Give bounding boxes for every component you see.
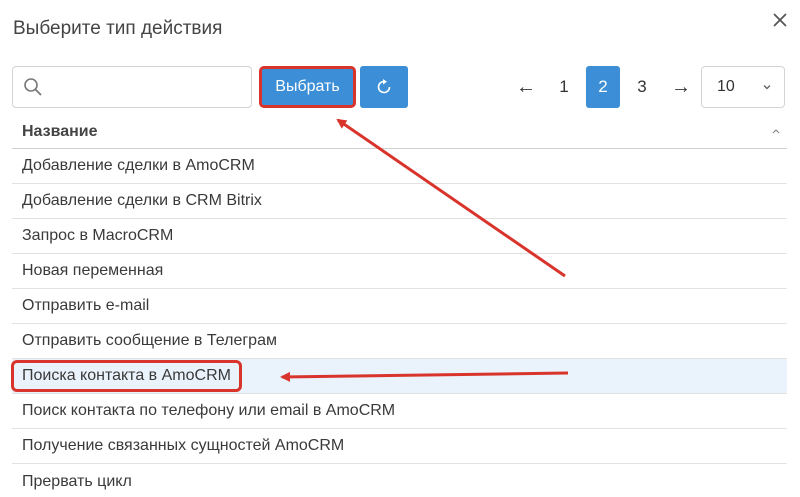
close-button[interactable] <box>770 10 790 30</box>
list-item[interactable]: Добавление сделки в AmoCRM <box>12 149 787 184</box>
close-icon[interactable] <box>770 10 790 30</box>
list-item-label: Добавление сделки в AmoCRM <box>22 157 255 174</box>
page-2-button[interactable]: 2 <box>586 66 620 108</box>
page-3-button[interactable]: 3 <box>628 66 656 108</box>
list-item-label: Добавление сделки в CRM Bitrix <box>22 192 262 209</box>
select-button[interactable]: Выбрать <box>259 66 356 108</box>
list-item-label: Поиск контакта по телефону или email в A… <box>22 402 396 419</box>
list-item-label: Отправить e-mail <box>22 297 150 314</box>
list-item[interactable]: Отправить e-mail <box>12 289 787 324</box>
search-box[interactable] <box>12 66 252 108</box>
list-item-label: Получение связанных сущностей AmoCRM <box>22 437 345 454</box>
list-item-label: Новая переменная <box>22 262 164 279</box>
chevron-down-icon <box>763 85 771 90</box>
dialog-title: Выберите тип действия <box>13 18 223 39</box>
list-item-label: Запрос в MacroCRM <box>22 227 174 244</box>
list-item[interactable]: Запрос в MacroCRM <box>12 219 787 254</box>
list-item-label: Поиска контакта в AmoCRM <box>11 360 242 392</box>
per-page-select[interactable]: 10 <box>701 66 785 108</box>
refresh-icon <box>377 79 391 94</box>
per-page-value: 10 <box>717 78 735 95</box>
list-item-label: Отправить сообщение в Телеграм <box>22 332 277 349</box>
list-item[interactable]: Добавление сделки в CRM Bitrix <box>12 184 787 219</box>
list-item[interactable]: Новая переменная <box>12 254 787 289</box>
list-item[interactable]: Получение связанных сущностей AmoCRM <box>12 429 787 464</box>
action-type-list: Добавление сделки в AmoCRM Добавление сд… <box>11 149 787 497</box>
list-item[interactable]: Отправить сообщение в Телеграм <box>12 324 787 359</box>
search-icon <box>24 78 42 96</box>
list-item-label: Прервать цикл <box>22 472 132 490</box>
list-item[interactable]: Прервать цикл <box>12 464 787 497</box>
next-page-button[interactable]: → <box>666 66 696 108</box>
page-1-button[interactable]: 1 <box>550 66 578 108</box>
search-input[interactable] <box>49 71 247 103</box>
column-header-name[interactable]: Название <box>12 115 787 149</box>
prev-page-button[interactable]: ← <box>511 66 541 108</box>
list-item[interactable]: Поиск контакта по телефону или email в A… <box>12 394 787 429</box>
sort-up-icon[interactable] <box>771 127 781 135</box>
refresh-button[interactable] <box>360 66 408 108</box>
column-header-label: Название <box>22 122 98 140</box>
list-item-selected[interactable]: Поиска контакта в AmoCRM <box>11 359 787 394</box>
